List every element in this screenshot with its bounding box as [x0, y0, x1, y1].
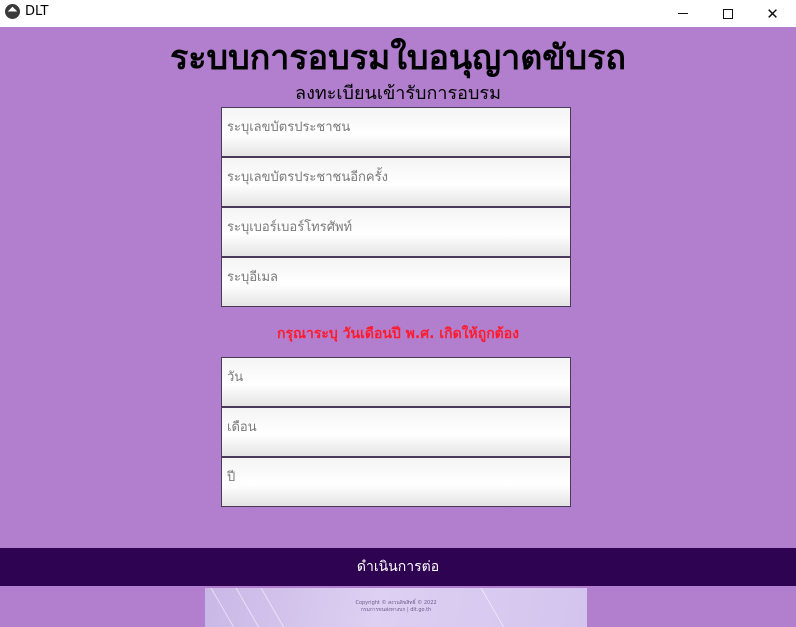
- email-field[interactable]: ระบุอีเมล: [221, 257, 571, 307]
- close-icon: ✕: [766, 4, 779, 23]
- birthdate-notice: กรุณาระบุ วันเดือนปี พ.ศ. เกิดให้ถูกต้อง: [276, 326, 520, 342]
- minimize-button[interactable]: [660, 0, 705, 27]
- id-card-confirm-field[interactable]: ระบุเลขบัตรประชาชนอีกครั้ง: [221, 157, 571, 207]
- phone-field[interactable]: ระบุเบอร์เบอร์โทรศัพท์: [221, 207, 571, 257]
- close-button[interactable]: ✕: [750, 0, 795, 27]
- footer-text: Copyright © สงวนลิขสิทธิ์ © 2022 กรมการข…: [205, 600, 587, 614]
- year-input[interactable]: [222, 458, 570, 506]
- id-card-field[interactable]: ระบุเลขบัตรประชาชน: [221, 107, 571, 157]
- year-field[interactable]: ปี: [221, 457, 571, 507]
- footer-line-1: Copyright © สงวนลิขสิทธิ์ © 2022: [355, 600, 437, 606]
- day-input[interactable]: [222, 358, 570, 406]
- email-input[interactable]: [222, 258, 570, 306]
- month-field[interactable]: เดือน: [221, 407, 571, 457]
- month-input[interactable]: [222, 408, 570, 456]
- id-card-input[interactable]: [222, 108, 570, 156]
- app-logo-icon: [5, 4, 20, 19]
- footer-line-2: กรมการขนส่งทางบก | dlt.go.th: [360, 607, 432, 613]
- continue-button[interactable]: ดำเนินการต่อ: [0, 548, 796, 586]
- id-card-confirm-input[interactable]: [222, 158, 570, 206]
- maximize-button[interactable]: [705, 0, 750, 27]
- maximize-icon: [722, 8, 733, 19]
- window-title: DLT: [25, 4, 49, 19]
- footer-banner: Copyright © สงวนลิขสิทธิ์ © 2022 กรมการข…: [205, 588, 587, 627]
- page-title: ระบบการอบรมใบอนุญาตขับรถ: [170, 38, 626, 78]
- window-titlebar: DLT ✕: [0, 0, 796, 27]
- day-field[interactable]: วัน: [221, 357, 571, 407]
- page-subtitle: ลงทะเบียนเข้ารับการอบรม: [295, 83, 501, 104]
- minimize-icon: [677, 13, 688, 14]
- phone-input[interactable]: [222, 208, 570, 256]
